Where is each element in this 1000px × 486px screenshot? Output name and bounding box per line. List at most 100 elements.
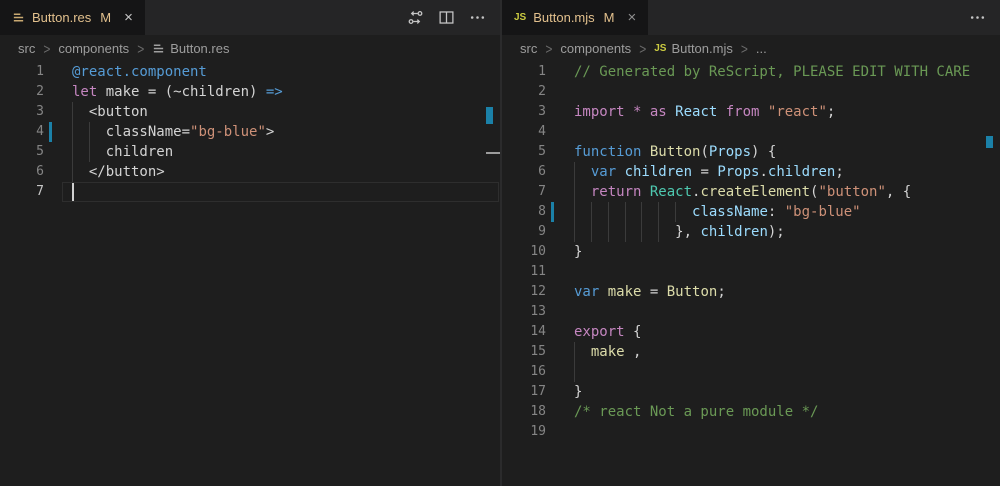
editor-pane-left: Button.res M × src > components	[0, 0, 500, 486]
ruler-modified-marker	[486, 107, 493, 124]
open-changes-icon[interactable]	[407, 9, 424, 26]
gutter-modified-indicator	[551, 202, 554, 222]
code-line[interactable]: 10}	[502, 242, 1000, 262]
code-line[interactable]: 14 export {	[502, 322, 1000, 342]
code-text: }, children);	[574, 222, 785, 242]
line-number: 2	[0, 82, 44, 102]
code-line[interactable]: 8 className: "bg-blue"	[502, 202, 1000, 222]
line-number: 15	[502, 342, 546, 362]
line-number: 7	[502, 182, 546, 202]
line-number: 19	[502, 422, 546, 442]
line-number: 1	[0, 62, 44, 82]
code-area[interactable]: 1 @react.component 2 let make = (~children)…	[0, 62, 500, 202]
git-modified-badge: M	[604, 10, 615, 25]
code-text: var make = Button;	[574, 282, 726, 302]
line-number: 14	[502, 322, 546, 342]
code-line[interactable]: 6 var children = Props.children;	[502, 162, 1000, 182]
code-line[interactable]: 5function Button(Props) {	[502, 142, 1000, 162]
code-line[interactable]: 1 // Generated by ReScript, PLEASE EDIT W…	[502, 62, 1000, 82]
code-text: /* react Not a pure module */	[574, 402, 818, 422]
editor-actions	[407, 0, 500, 35]
line-number: 5	[0, 142, 44, 162]
breadcrumb-file[interactable]: Button.res	[152, 41, 229, 56]
breadcrumb: src > components > Button.res	[0, 35, 500, 62]
line-number: 9	[502, 222, 546, 242]
line-number: 1	[502, 62, 546, 82]
code-text: className: "bg-blue"	[574, 202, 861, 222]
code-text: return React.createElement("button", {	[574, 182, 911, 202]
line-number: 6	[502, 162, 546, 182]
code-line[interactable]: 6 </button>	[0, 162, 500, 182]
code-line[interactable]: 13	[502, 302, 1000, 322]
split-editor-icon[interactable]	[438, 9, 455, 26]
code-line[interactable]: 4	[502, 122, 1000, 142]
line-number: 3	[502, 102, 546, 122]
tab-label: Button.mjs	[533, 10, 594, 25]
code-line[interactable]: 2 let make = (~children) =>	[0, 82, 500, 102]
chevron-right-icon: >	[639, 40, 646, 58]
tab-button-mjs[interactable]: JS Button.mjs M ×	[502, 0, 648, 35]
res-file-icon	[12, 11, 25, 24]
js-file-icon: JS	[654, 43, 666, 54]
code-line[interactable]: 5 children	[0, 142, 500, 162]
indent-guide	[574, 362, 575, 382]
editor-actions	[969, 0, 1000, 35]
more-actions-icon[interactable]	[969, 9, 986, 26]
overview-ruler[interactable]	[486, 62, 500, 486]
editor-pane-right: JS Button.mjs M × src > components > JS …	[502, 0, 1000, 486]
breadcrumb-symbol-item[interactable]: ...	[756, 41, 767, 56]
code-text: export {	[574, 322, 641, 342]
code-text: children	[72, 142, 173, 162]
close-icon[interactable]: ×	[628, 10, 637, 25]
line-number: 18	[502, 402, 546, 422]
code-line[interactable]: 3 <button	[0, 102, 500, 122]
more-actions-icon[interactable]	[469, 9, 486, 26]
tab-label: Button.res	[32, 10, 91, 25]
line-number: 5	[502, 142, 546, 162]
code-line[interactable]: 2	[502, 82, 1000, 102]
breadcrumb-item-components[interactable]: components	[560, 41, 631, 56]
code-line[interactable]: 12 var make = Button;	[502, 282, 1000, 302]
close-icon[interactable]: ×	[124, 10, 133, 25]
line-number: 4	[502, 122, 546, 142]
res-file-icon	[152, 42, 165, 55]
text-cursor	[72, 183, 74, 201]
line-number: 6	[0, 162, 44, 182]
code-text: <button	[72, 102, 148, 122]
code-line[interactable]: 19	[502, 422, 1000, 442]
code-line[interactable]: 11	[502, 262, 1000, 282]
js-file-icon: JS	[514, 12, 526, 23]
breadcrumb: src > components > JS Button.mjs > ...	[502, 35, 1000, 62]
line-number: 12	[502, 282, 546, 302]
code-text: }	[574, 242, 582, 262]
tab-bar: Button.res M ×	[0, 0, 500, 35]
chevron-right-icon: >	[741, 40, 748, 58]
code-line[interactable]: 7	[0, 182, 500, 202]
code-line[interactable]: 7 return React.createElement("button", {	[502, 182, 1000, 202]
code-text: let make = (~children) =>	[72, 82, 283, 102]
line-number: 7	[0, 182, 44, 202]
breadcrumb-item-src[interactable]: src	[18, 41, 35, 56]
breadcrumb-item-src[interactable]: src	[520, 41, 537, 56]
code-line[interactable]: 15 make ,	[502, 342, 1000, 362]
code-area[interactable]: 1 // Generated by ReScript, PLEASE EDIT W…	[502, 62, 1000, 442]
code-line[interactable]: 4 className="bg-blue">	[0, 122, 500, 142]
code-line[interactable]: 18 /* react Not a pure module */	[502, 402, 1000, 422]
breadcrumb-file[interactable]: JS Button.mjs	[654, 41, 733, 56]
tab-button-res[interactable]: Button.res M ×	[0, 0, 145, 35]
line-number: 13	[502, 302, 546, 322]
code-text: @react.component	[72, 62, 207, 82]
line-number: 16	[502, 362, 546, 382]
overview-ruler[interactable]	[986, 62, 1000, 486]
code-line[interactable]: 3import * as React from "react";	[502, 102, 1000, 122]
line-number: 17	[502, 382, 546, 402]
current-line-highlight	[62, 182, 499, 202]
code-line[interactable]: 16	[502, 362, 1000, 382]
code-text: // Generated by ReScript, PLEASE EDIT WI…	[574, 62, 970, 82]
breadcrumb-item-components[interactable]: components	[58, 41, 129, 56]
code-line[interactable]: 1 @react.component	[0, 62, 500, 82]
line-number: 3	[0, 102, 44, 122]
code-line[interactable]: 17}	[502, 382, 1000, 402]
tab-bar: JS Button.mjs M ×	[502, 0, 1000, 35]
code-line[interactable]: 9 }, children);	[502, 222, 1000, 242]
